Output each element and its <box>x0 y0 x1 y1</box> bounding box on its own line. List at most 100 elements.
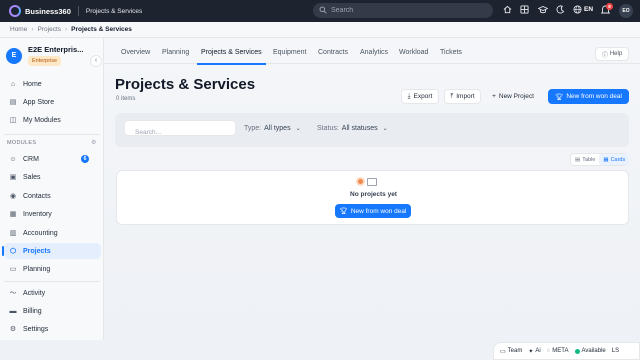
upload-icon: ⤒ <box>450 92 454 100</box>
sidebar-item-accounting[interactable]: ▥ Accounting <box>4 225 101 241</box>
new-from-deal-label: New from won deal <box>566 93 622 100</box>
sidebar: E E2E Enterpris... Enterprise ‹ ⌂ Home ▤… <box>0 38 104 340</box>
crm-count-badge: 6 <box>81 155 89 163</box>
tab-analytics[interactable]: Analytics <box>360 49 388 56</box>
import-button[interactable]: ⤒ Import <box>444 89 481 104</box>
notification-badge: 8 <box>606 3 613 10</box>
empty-state-button-label: New from won deal <box>350 207 407 215</box>
sidebar-item-label: Billing <box>23 307 42 315</box>
tab-overview[interactable]: Overview <box>121 49 150 56</box>
store-icon: ▤ <box>9 99 17 106</box>
org-switcher[interactable]: E E2E Enterpris... Enterprise ‹ <box>6 45 102 69</box>
table-view-button[interactable]: ▤ Table <box>571 154 599 165</box>
sidebar-item-app-store[interactable]: ▤ App Store <box>4 94 101 110</box>
tab-workload[interactable]: Workload <box>399 49 428 56</box>
sidebar-item-projects[interactable]: ⬡ Projects <box>2 243 101 259</box>
planning-icon: ▭ <box>9 266 17 273</box>
tab-tickets[interactable]: Tickets <box>440 49 462 56</box>
sidebar-item-sales[interactable]: ▣ Sales <box>4 169 101 185</box>
contacts-icon: ◉ <box>9 193 17 200</box>
global-search-input[interactable] <box>331 7 481 14</box>
import-label: Import <box>456 93 475 100</box>
top-bar: Business360 Projects & Services EN 8 EO <box>0 0 640 22</box>
breadcrumb-projects[interactable]: Projects <box>38 26 61 33</box>
help-button[interactable]: ⓘ Help <box>595 47 629 61</box>
sidebar-item-label: Settings <box>23 325 49 333</box>
trophy-icon: 🏆︎ <box>555 93 564 101</box>
empty-state-title: No projects yet <box>350 191 397 198</box>
empty-state-illustration <box>356 177 377 186</box>
module-tabs: Overview Planning Projects & Services Eq… <box>104 38 640 65</box>
graduation-cap-icon[interactable] <box>536 5 549 16</box>
billing-icon: ▬ <box>9 307 17 315</box>
org-plan-badge: Enterprise <box>28 56 62 66</box>
sidebar-item-activity[interactable]: 〜 Activity <box>4 285 101 301</box>
tab-planning[interactable]: Planning <box>162 49 189 56</box>
active-tab-indicator <box>197 63 266 65</box>
availability-status[interactable]: Available <box>574 348 606 354</box>
tab-equipment[interactable]: Equipment <box>273 49 306 56</box>
new-project-label: New Project <box>498 93 534 100</box>
tab-contracts[interactable]: Contracts <box>318 49 348 56</box>
sidebar-item-inventory[interactable]: ▦ Inventory <box>4 206 101 222</box>
sales-icon: ▣ <box>9 174 17 181</box>
filter-bar: Type: All types ⌄ Status: All statuses ⌄ <box>115 113 629 147</box>
sidebar-item-contacts[interactable]: ◉ Contacts <box>4 188 101 204</box>
global-search[interactable] <box>313 3 493 18</box>
team-chat-button[interactable]: ▭ Team <box>500 348 522 355</box>
modules-section-label: MODULES <box>7 140 37 146</box>
download-icon: ⤓ <box>407 92 411 100</box>
new-project-button[interactable]: + New Project <box>486 89 540 104</box>
sidebar-divider <box>4 281 100 282</box>
inventory-icon: ▦ <box>9 211 17 218</box>
collapse-sidebar-button[interactable]: ‹ <box>90 55 102 67</box>
chat-icon: ▭ <box>500 348 506 355</box>
sidebar-item-home[interactable]: ⌂ Home <box>4 76 101 92</box>
project-search-input[interactable] <box>135 129 230 136</box>
project-search[interactable] <box>124 120 236 136</box>
sidebar-item-label: Home <box>23 80 42 88</box>
status-filter-label: Status: <box>317 125 339 132</box>
sidebar-item-label: Planning <box>23 265 51 273</box>
sidebar-item-label: App Store <box>23 98 55 106</box>
home-icon[interactable] <box>502 5 513 16</box>
sidebar-item-crm[interactable]: ☺ CRM 6 <box>4 151 101 167</box>
apps-grid-icon[interactable] <box>519 5 530 16</box>
sidebar-item-label: Inventory <box>23 210 52 218</box>
brand-name: Business360 <box>25 6 71 16</box>
language-selector[interactable]: EN <box>573 5 593 14</box>
meta-button[interactable]: ◌ META <box>547 348 569 354</box>
dark-mode-icon[interactable] <box>555 5 566 16</box>
cards-view-button[interactable]: ▦ Cards <box>599 154 630 165</box>
type-filter-dropdown[interactable]: Type: All types ⌄ <box>244 125 301 132</box>
brand-logo[interactable]: Business360 <box>9 5 71 17</box>
ai-button[interactable]: ✦ Ai <box>528 348 540 355</box>
sidebar-item-planning[interactable]: ▭ Planning <box>4 261 101 277</box>
bottom-extra[interactable]: LS <box>612 348 619 354</box>
bottom-status-bar: ▭ Team ✦ Ai ◌ META Available LS <box>493 342 640 360</box>
projects-icon: ⬡ <box>9 248 17 255</box>
view-toggle: ▤ Table ▦ Cards <box>570 153 630 166</box>
breadcrumb-home[interactable]: Home <box>10 26 27 33</box>
new-from-won-deal-button[interactable]: 🏆︎ New from won deal <box>548 89 629 104</box>
sidebar-item-label: Contacts <box>23 192 51 200</box>
sidebar-item-settings[interactable]: ⚙ Settings <box>4 321 101 337</box>
status-filter-dropdown[interactable]: Status: All statuses ⌄ <box>317 125 388 132</box>
modules-icon: ◫ <box>9 117 17 124</box>
org-avatar: E <box>6 48 22 64</box>
bottom-extra-label: LS <box>611 348 620 354</box>
ai-sparkle-icon: ✦ <box>528 348 534 355</box>
user-avatar[interactable]: EO <box>619 4 633 18</box>
sidebar-item-billing[interactable]: ▬ Billing <box>4 303 101 319</box>
export-button[interactable]: ⤓ Export <box>401 89 439 104</box>
sidebar-divider <box>4 134 100 135</box>
empty-state-new-from-won-deal-button[interactable]: 🏆︎ New from won deal <box>335 204 411 218</box>
gear-icon[interactable]: ⚙ <box>91 139 96 146</box>
breadcrumb-separator-icon: › <box>31 26 34 33</box>
home-icon: ⌂ <box>10 80 16 88</box>
type-filter-label: Type: <box>244 125 262 132</box>
chevron-down-icon: ⌄ <box>295 126 301 132</box>
help-icon: ⓘ <box>601 52 608 59</box>
sidebar-item-my-modules[interactable]: ◫ My Modules <box>4 112 101 128</box>
tab-projects-services[interactable]: Projects & Services <box>201 49 262 56</box>
